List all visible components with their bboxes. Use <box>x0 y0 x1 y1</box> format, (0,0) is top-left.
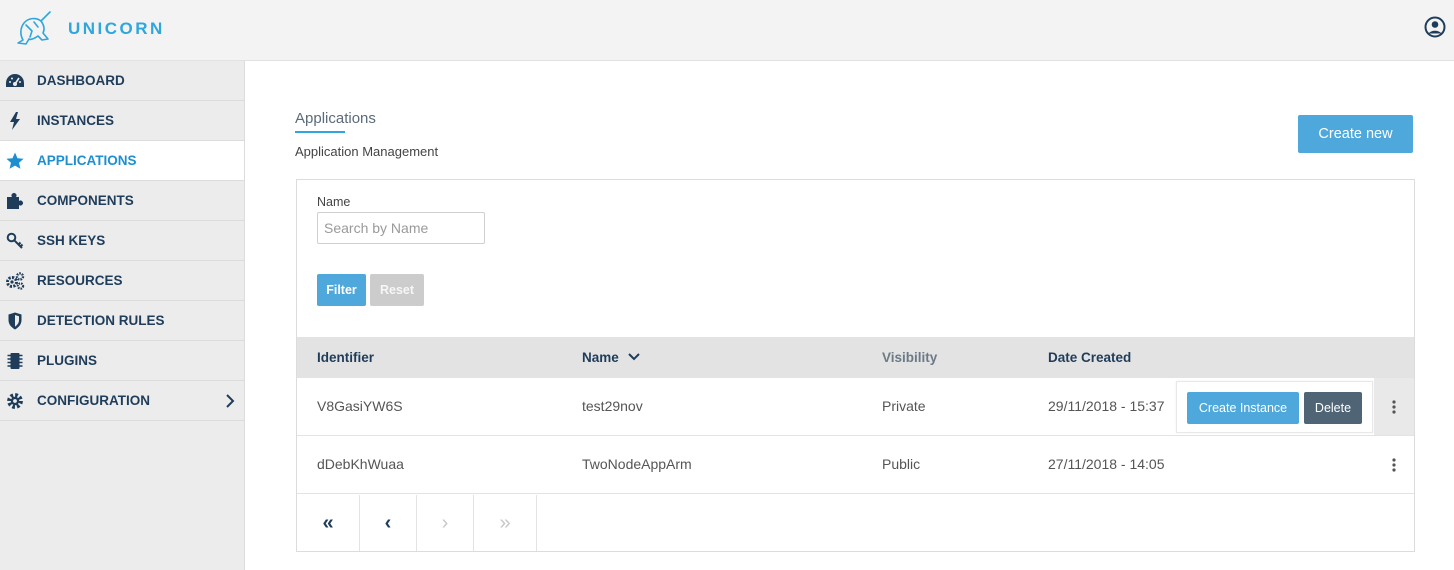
cell-identifier: V8GasiYW6S <box>317 398 403 414</box>
cell-identifier: dDebKhWuaa <box>317 456 404 472</box>
column-header-visibility[interactable]: Visibility <box>882 350 937 365</box>
filter-button[interactable]: Filter <box>317 274 366 306</box>
next-page-button[interactable]: › <box>417 495 474 551</box>
create-new-button[interactable]: Create new <box>1298 115 1413 153</box>
table-header: Identifier Name Visibility Date Created <box>297 337 1414 378</box>
sidebar-item-label: CONFIGURATION <box>37 393 150 408</box>
sidebar-item-dashboard[interactable]: DASHBOARD <box>0 61 244 101</box>
puzzle-icon <box>5 191 25 211</box>
more-vertical-icon[interactable] <box>1389 457 1399 473</box>
sidebar-item-instances[interactable]: INSTANCES <box>0 101 244 141</box>
sidebar-item-resources[interactable]: RESOURCES <box>0 261 244 301</box>
sidebar-item-configuration[interactable]: CONFIGURATION <box>0 381 244 421</box>
name-search-input[interactable] <box>317 212 485 244</box>
sidebar-item-label: PLUGINS <box>37 353 98 368</box>
shield-icon <box>5 311 25 331</box>
sidebar-item-label: DETECTION RULES <box>37 313 165 328</box>
pagination: « ‹ › » <box>297 495 1414 551</box>
brand-name: UNICORN <box>68 19 165 38</box>
cell-date-created: 29/11/2018 - 15:37 <box>1048 398 1165 414</box>
sidebar-item-detection-rules[interactable]: DETECTION RULES <box>0 301 244 341</box>
chevron-down-icon[interactable] <box>627 351 641 363</box>
reset-button[interactable]: Reset <box>370 274 424 306</box>
table-row[interactable]: V8GasiYW6S test29nov Private 29/11/2018 … <box>297 378 1414 436</box>
unicorn-logo-icon <box>17 11 51 45</box>
row-actions-popover: Create Instance Delete <box>1176 381 1373 433</box>
cell-name: test29nov <box>582 398 643 414</box>
sidebar-item-label: DASHBOARD <box>37 73 125 88</box>
sidebar-item-label: SSH KEYS <box>37 233 106 248</box>
previous-page-button[interactable]: ‹ <box>360 495 417 551</box>
name-filter-label: Name <box>317 195 351 209</box>
cell-visibility: Private <box>882 398 926 414</box>
cell-date-created: 27/11/2018 - 14:05 <box>1048 456 1165 472</box>
cell-visibility: Public <box>882 456 921 472</box>
last-page-button[interactable]: » <box>474 495 537 551</box>
bolt-icon <box>5 111 25 131</box>
sidebar-item-label: INSTANCES <box>37 113 115 128</box>
table-row[interactable]: dDebKhWuaa TwoNodeAppArm Public 27/11/20… <box>297 436 1414 494</box>
cell-name: TwoNodeAppArm <box>582 456 692 472</box>
sidebar-item-label: RESOURCES <box>37 273 123 288</box>
sidebar-nav: DASHBOARD INSTANCES APPLICATIONS COMPONE… <box>0 61 245 570</box>
page-title: Applications <box>295 110 376 127</box>
top-header: UNICORN <box>0 0 1454 61</box>
applications-panel: Name Filter Reset Identifier Name Visibi… <box>296 179 1415 552</box>
column-header-name[interactable]: Name <box>582 350 619 365</box>
sidebar-item-plugins[interactable]: PLUGINS <box>0 341 244 381</box>
sidebar-item-components[interactable]: COMPONENTS <box>0 181 244 221</box>
star-icon <box>5 151 25 171</box>
column-header-date-created[interactable]: Date Created <box>1048 350 1131 365</box>
page-subtitle: Application Management <box>295 144 439 159</box>
key-icon <box>5 231 25 251</box>
user-account-icon[interactable] <box>1424 16 1446 38</box>
sidebar-item-label: COMPONENTS <box>37 193 134 208</box>
chevron-right-icon <box>226 394 235 408</box>
title-underline <box>295 131 345 133</box>
delete-button[interactable]: Delete <box>1304 392 1362 424</box>
sidebar-item-label: APPLICATIONS <box>37 153 137 168</box>
column-header-identifier[interactable]: Identifier <box>317 350 374 365</box>
first-page-button[interactable]: « <box>297 495 360 551</box>
dashboard-gauge-icon <box>5 71 25 91</box>
gear-icon <box>5 391 25 411</box>
create-instance-button[interactable]: Create Instance <box>1187 392 1299 424</box>
sidebar-item-ssh-keys[interactable]: SSH KEYS <box>0 221 244 261</box>
sidebar-item-applications[interactable]: APPLICATIONS <box>0 141 244 181</box>
more-vertical-icon[interactable] <box>1389 399 1399 415</box>
gears-icon <box>5 271 25 291</box>
chip-icon <box>5 351 25 371</box>
